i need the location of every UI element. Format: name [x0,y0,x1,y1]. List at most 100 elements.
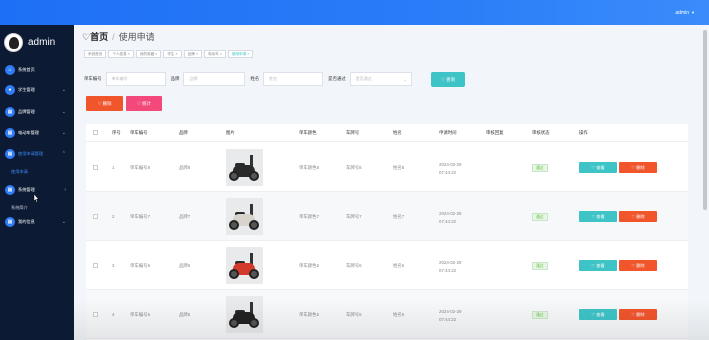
tab-bikes[interactable]: 电动车 × [203,50,226,58]
view-label: 查看 [596,311,605,317]
delete-button[interactable]: ♡ 删除 [619,309,657,320]
tab-profile[interactable]: 个人信息 × [108,50,134,58]
delete-button[interactable]: ♡ 删除 [619,260,657,271]
batch-delete-button[interactable]: ♡ 删除 [86,96,123,111]
bike-image [226,198,263,235]
bike-rear-wheel [229,269,239,279]
view-button[interactable]: ♡ 查看 [579,309,617,320]
bike-rear-wheel [229,220,239,230]
tab-brands[interactable]: 品牌 × [183,50,202,58]
cell-name: 姓名7 [393,214,405,219]
delete-label: 删除 [636,164,645,170]
user-menu[interactable]: admin ▼ [675,10,695,16]
cell-name: 姓名5 [393,312,405,317]
sidebar-item-home[interactable]: ⌂ 系统首页 [0,63,74,77]
cell-name: 姓名6 [393,263,405,268]
chevron-down-icon: ⌄ [61,130,66,136]
th-brand: 品牌 [179,130,188,135]
delete-label: 删除 [636,311,645,317]
tab-label: 电动车 [207,51,219,56]
sidebar-item-label: 系统首页 [18,67,35,72]
breadcrumb-separator: / [112,32,115,42]
cell-bike-number: 单车编号7 [130,214,151,219]
cell-time: 2024-02-29 07:44:22 [439,309,462,322]
sidebar-item-label: 品牌管理 [18,109,35,114]
th-status: 审核状态 [532,130,550,135]
query-button[interactable]: ♡ 查询 [431,72,465,87]
tab-favorites[interactable]: 我的收藏 × [135,50,162,58]
heart-icon: ♡ [82,32,91,42]
sidebar-item-label: 我的信息 [18,219,35,224]
delete-button[interactable]: ♡ 删除 [619,211,657,222]
sidebar-item-bikes[interactable]: ▦ 电动车管理 ⌄ [0,126,74,140]
tab-label: 学生 [167,51,175,56]
query-label: 查询 [446,76,455,82]
tab-home[interactable]: 系统首页 [84,50,107,58]
user-icon: ● [5,85,15,95]
status-badge: 通过 [532,164,548,172]
th-name: 姓名 [393,130,402,135]
cell-time: 2024-02-29 07:44:22 [439,162,462,175]
chevron-down-icon: ⌄ [61,219,66,225]
view-button[interactable]: ♡ 查看 [579,211,617,222]
view-button[interactable]: ♡ 查看 [579,162,617,173]
search-bar: 单车编号 单车编号 品牌 品牌 姓名 姓名 是否通过 是否通过 ⌄ [84,72,412,86]
cell-color: 单车颜色8 [299,165,320,170]
label-pass: 是否通过 [328,76,346,81]
cell-brand: 品牌6 [179,263,191,268]
sidebar-item-brands[interactable]: ▦ 品牌管理 ⌄ [0,105,74,119]
row-checkbox[interactable] [93,312,98,317]
submenu-item-system-intro[interactable]: 系统简介 [11,205,28,211]
view-label: 查看 [596,262,605,268]
table-header: 序号 单车编号 品牌 图片 单车颜色 车牌号 姓名 申请时间 审核回复 审核状态… [86,124,688,142]
row-checkbox[interactable] [93,165,98,170]
breadcrumb-current: 使用申请 [118,32,155,42]
bike-front-wheel [249,220,259,230]
row-checkbox[interactable] [93,263,98,268]
cell-index: 2 [112,214,115,219]
bike-front-wheel [249,171,259,181]
tab-label: 品牌 [187,51,195,56]
tab-students[interactable]: 学生 × [163,50,182,58]
select-all-checkbox[interactable] [93,130,98,135]
user-name: admin [675,10,690,16]
label-brand: 品牌 [170,76,180,81]
sidebar-item-label: 电动车管理 [18,130,39,135]
scrollbar[interactable] [703,30,707,210]
cell-bike-number: 单车编号5 [130,312,151,317]
delete-label: 删除 [636,262,645,268]
bike-number-input[interactable]: 单车编号 [105,72,166,86]
view-button[interactable]: ♡ 查看 [579,260,617,271]
cell-index: 1 [112,165,115,170]
grid-icon: ▦ [5,185,15,195]
cell-brand: 品牌7 [179,214,191,219]
chevron-up-icon: ⌃ [61,151,66,157]
grid-icon: ▦ [5,149,15,159]
table-row: 3 单车编号6 品牌6 单车颜色6 车牌号6 姓名6 2024-02-29 07:44:22… [86,241,688,290]
sidebar-item-students[interactable]: ● 学生管理 ⌄ [0,83,74,97]
sidebar-item-applications[interactable]: ▦ 使用申请管理 ⌃ [0,147,74,161]
cell-bike-number: 单车编号6 [130,263,151,268]
tab-applications[interactable]: 使用申请 × [227,50,254,58]
name-input[interactable]: 姓名 [263,72,324,86]
delete-label: 删除 [636,213,645,219]
grid-icon: ▦ [5,128,15,138]
chevron-right-icon: › [64,187,66,193]
breadcrumb-home[interactable]: 首页 [90,32,108,42]
stats-label: 统计 [142,100,151,106]
bike-front-wheel [249,318,259,328]
delete-label: 删除 [102,100,112,106]
bike-image [226,149,263,186]
row-checkbox[interactable] [93,214,98,219]
stats-button[interactable]: ♡ 统计 [126,96,162,111]
brand-input[interactable]: 品牌 [183,72,246,86]
sidebar-item-label: 系统管理 [18,187,35,192]
pass-select[interactable]: 是否通过 ⌄ [349,72,412,86]
th-image: 图片 [226,130,235,135]
table-row: 4 单车编号5 品牌5 单车颜色5 车牌号5 姓名5 2024-02-29 07:44:22… [86,290,688,339]
delete-button[interactable]: ♡ 删除 [619,162,657,173]
sidebar-item-my-info[interactable]: ▦ 我的信息 ⌄ [0,215,74,229]
submenu-item-apply[interactable]: 使用申请 [11,169,28,175]
cell-color: 单车颜色7 [299,214,320,219]
tab-label: 使用申请 [231,51,247,56]
